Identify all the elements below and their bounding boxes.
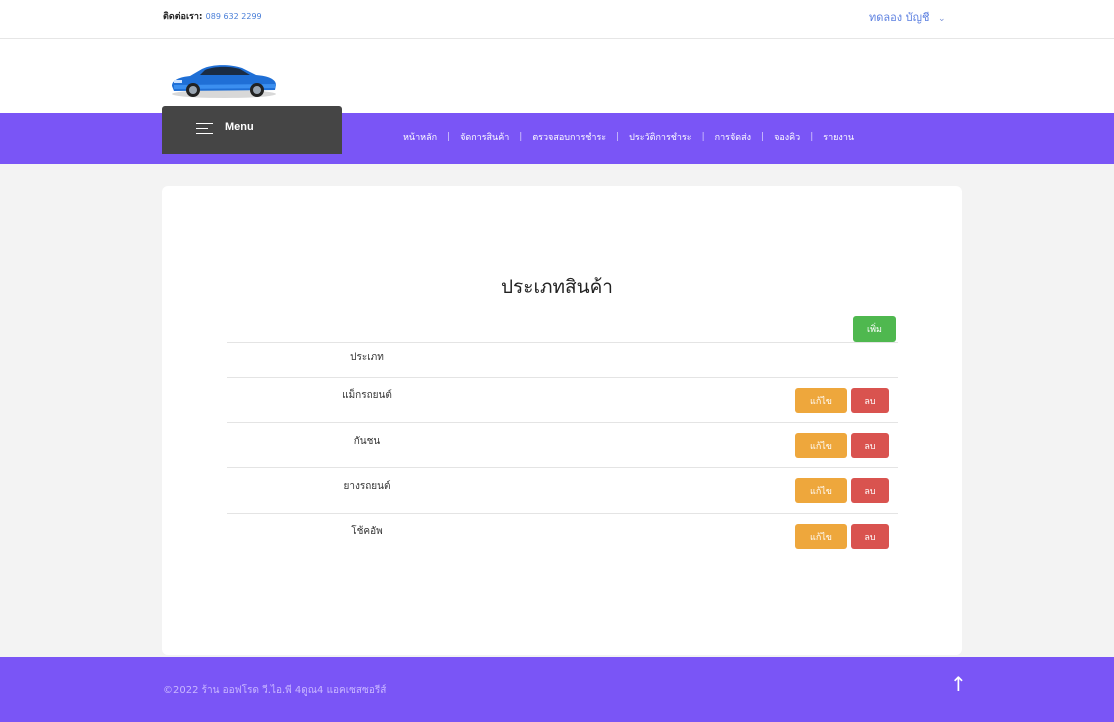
menu-label: Menu [225,121,254,133]
table-divider [227,377,898,378]
table-divider [227,467,898,468]
menu-button[interactable]: Menu [162,106,342,154]
chevron-down-icon: ⌄ [937,14,946,24]
table-row-name: กันชน [353,436,381,447]
nav-item-payment-history[interactable]: ประวัติการชำระ [629,130,691,144]
edit-button[interactable]: แก้ไข [795,478,847,503]
top-bar: ติดต่อเรา: 089 632 2299 ทดลอง บัญชี ⌄ [0,0,1114,39]
edit-button[interactable]: แก้ไข [795,388,847,413]
nav-item-manage-products[interactable]: จัดการสินค้า [460,130,509,144]
nav-item-reports[interactable]: รายงาน [823,130,854,144]
delete-button[interactable]: ลบ [851,388,889,413]
hamburger-icon [196,123,213,134]
nav-separator: | [810,132,814,142]
content-card [162,186,962,655]
edit-button[interactable]: แก้ไข [795,524,847,549]
table-divider [227,342,898,343]
page-title: ประเภทสินค้า [501,276,613,298]
table-row-name: แม็กรถยนต์ [342,390,392,401]
column-header-type: ประเภท [350,352,384,363]
car-logo-icon[interactable] [168,58,280,100]
table-row-name: โช้คอัพ [351,526,383,537]
nav-separator: | [761,132,765,142]
contact-phone[interactable]: 089 632 2299 [206,12,262,21]
edit-button[interactable]: แก้ไข [795,433,847,458]
nav-separator: | [616,132,620,142]
arrow-up-icon[interactable]: ↑ [950,674,967,694]
nav-item-check-payment[interactable]: ตรวจสอบการชำระ [532,130,606,144]
nav-links: หน้าหลัก | จัดการสินค้า | ตรวจสอบการชำระ… [403,130,854,144]
nav-separator: | [519,132,523,142]
table-divider [227,422,898,423]
nav-item-shipping[interactable]: การจัดส่ง [715,130,751,144]
table-divider [227,513,898,514]
nav-separator: | [701,132,705,142]
delete-button[interactable]: ลบ [851,524,889,549]
delete-button[interactable]: ลบ [851,478,889,503]
table-row-name: ยางรถยนต์ [343,481,391,492]
nav-separator: | [447,132,451,142]
add-button[interactable]: เพิ่ม [853,316,896,342]
contact-info: ติดต่อเรา: 089 632 2299 [163,9,262,23]
account-dropdown[interactable]: ทดลอง บัญชี ⌄ [869,8,945,26]
copyright-text: ©2022 ร้าน ออฟโรด วี.ไอ.พี 4ดูณ4 แอคเซสซ… [163,685,387,696]
nav-item-home[interactable]: หน้าหลัก [403,130,437,144]
contact-label: ติดต่อเรา: [163,12,203,22]
delete-button[interactable]: ลบ [851,433,889,458]
nav-item-booking[interactable]: จองคิว [774,130,800,144]
account-label: ทดลอง บัญชี [869,11,930,24]
